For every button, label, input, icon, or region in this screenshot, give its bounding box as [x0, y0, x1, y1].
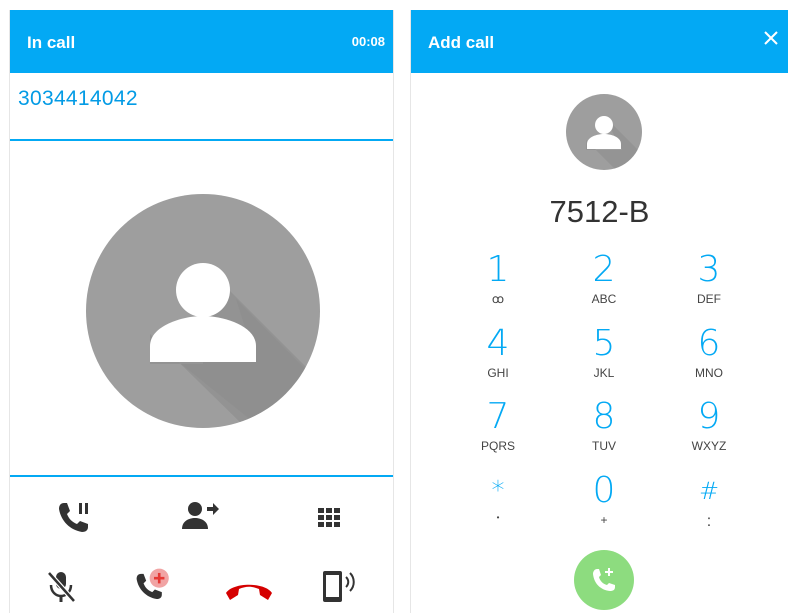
- key-letters: +: [600, 513, 608, 527]
- key-5[interactable]: 5 JKL: [559, 325, 649, 389]
- dialed-number: 7512-B: [549, 194, 650, 229]
- hold-button[interactable]: [54, 497, 94, 537]
- transfer-icon: [182, 502, 219, 529]
- key-letters: •: [496, 513, 500, 522]
- key-digit: 4: [486, 323, 510, 364]
- in-call-screen: In call 00:08 3034414042: [9, 10, 394, 613]
- key-7[interactable]: 7 PQRS: [453, 398, 543, 462]
- add-call-app-bar: Add call: [411, 10, 788, 73]
- key-9[interactable]: 9 WXYZ: [664, 398, 754, 462]
- add-call-icon: [593, 568, 615, 591]
- key-star[interactable]: * •: [453, 472, 543, 536]
- key-digit: 9: [697, 396, 721, 437]
- key-6[interactable]: 6 MNO: [664, 325, 754, 389]
- add-call-title: Add call: [428, 33, 495, 52]
- key-digit: 6: [697, 323, 721, 364]
- place-call-button[interactable]: [574, 550, 634, 610]
- add-call-screen: Add call 7512-B 1 ꝏ 2 ABC 3 DEF 4 GHI 5 …: [410, 10, 788, 613]
- caller-photo-area: [10, 143, 393, 477]
- mute-button[interactable]: [41, 566, 81, 606]
- contact-avatar: [566, 94, 642, 170]
- transfer-button[interactable]: [180, 497, 220, 537]
- dialpad-icon: [318, 508, 340, 527]
- key-1[interactable]: 1 ꝏ: [453, 251, 543, 315]
- end-call-icon: [226, 584, 272, 600]
- key-digit: 2: [592, 249, 616, 290]
- key-letters: WXYZ: [691, 439, 727, 453]
- mute-icon: [47, 571, 76, 603]
- key-letters: GHI: [487, 366, 509, 380]
- key-digit: 8: [592, 396, 616, 437]
- key-letters: MNO: [695, 366, 723, 380]
- key-digit: #: [698, 477, 720, 505]
- key-4[interactable]: 4 GHI: [453, 325, 543, 389]
- speaker-icon: [323, 571, 355, 602]
- key-digit: 7: [486, 396, 510, 437]
- key-digit: 5: [592, 323, 616, 364]
- key-letters: JKL: [593, 366, 615, 380]
- key-2[interactable]: 2 ABC: [559, 251, 649, 315]
- key-digit: 3: [697, 249, 721, 290]
- key-letters: TUV: [592, 439, 616, 453]
- in-call-controls: [10, 479, 393, 613]
- key-8[interactable]: 8 TUV: [559, 398, 649, 462]
- caller-number: 3034414042: [18, 87, 138, 110]
- key-letters: :: [706, 513, 712, 530]
- caller-avatar: [86, 194, 320, 428]
- person-icon: [150, 263, 320, 428]
- close-icon[interactable]: [762, 29, 780, 47]
- key-letters: DEF: [697, 292, 721, 306]
- person-icon: [586, 116, 642, 170]
- key-letters: PQRS: [480, 439, 515, 453]
- caller-number-area: 3034414042: [10, 73, 393, 141]
- key-hash[interactable]: # :: [664, 472, 754, 536]
- key-3[interactable]: 3 DEF: [664, 251, 754, 315]
- end-call-button[interactable]: [223, 568, 275, 608]
- in-call-app-bar: In call 00:08: [10, 10, 393, 73]
- in-call-title: In call: [27, 33, 76, 52]
- key-digit: 0: [592, 470, 616, 511]
- speaker-button[interactable]: [319, 566, 359, 606]
- key-digit: *: [491, 476, 505, 506]
- add-call-button[interactable]: [134, 566, 174, 606]
- voicemail-icon: ꝏ: [491, 292, 505, 306]
- key-letters: ABC: [591, 292, 617, 306]
- dialpad-button[interactable]: [309, 497, 349, 537]
- hold-icon: [59, 503, 88, 532]
- call-timer: 00:08: [351, 34, 385, 49]
- add-call-icon: [136, 568, 169, 600]
- screenshot-stage: In call 00:08 3034414042 Add call 7512-B…: [0, 0, 788, 613]
- key-0[interactable]: 0 +: [559, 472, 649, 536]
- key-digit: 1: [486, 249, 510, 290]
